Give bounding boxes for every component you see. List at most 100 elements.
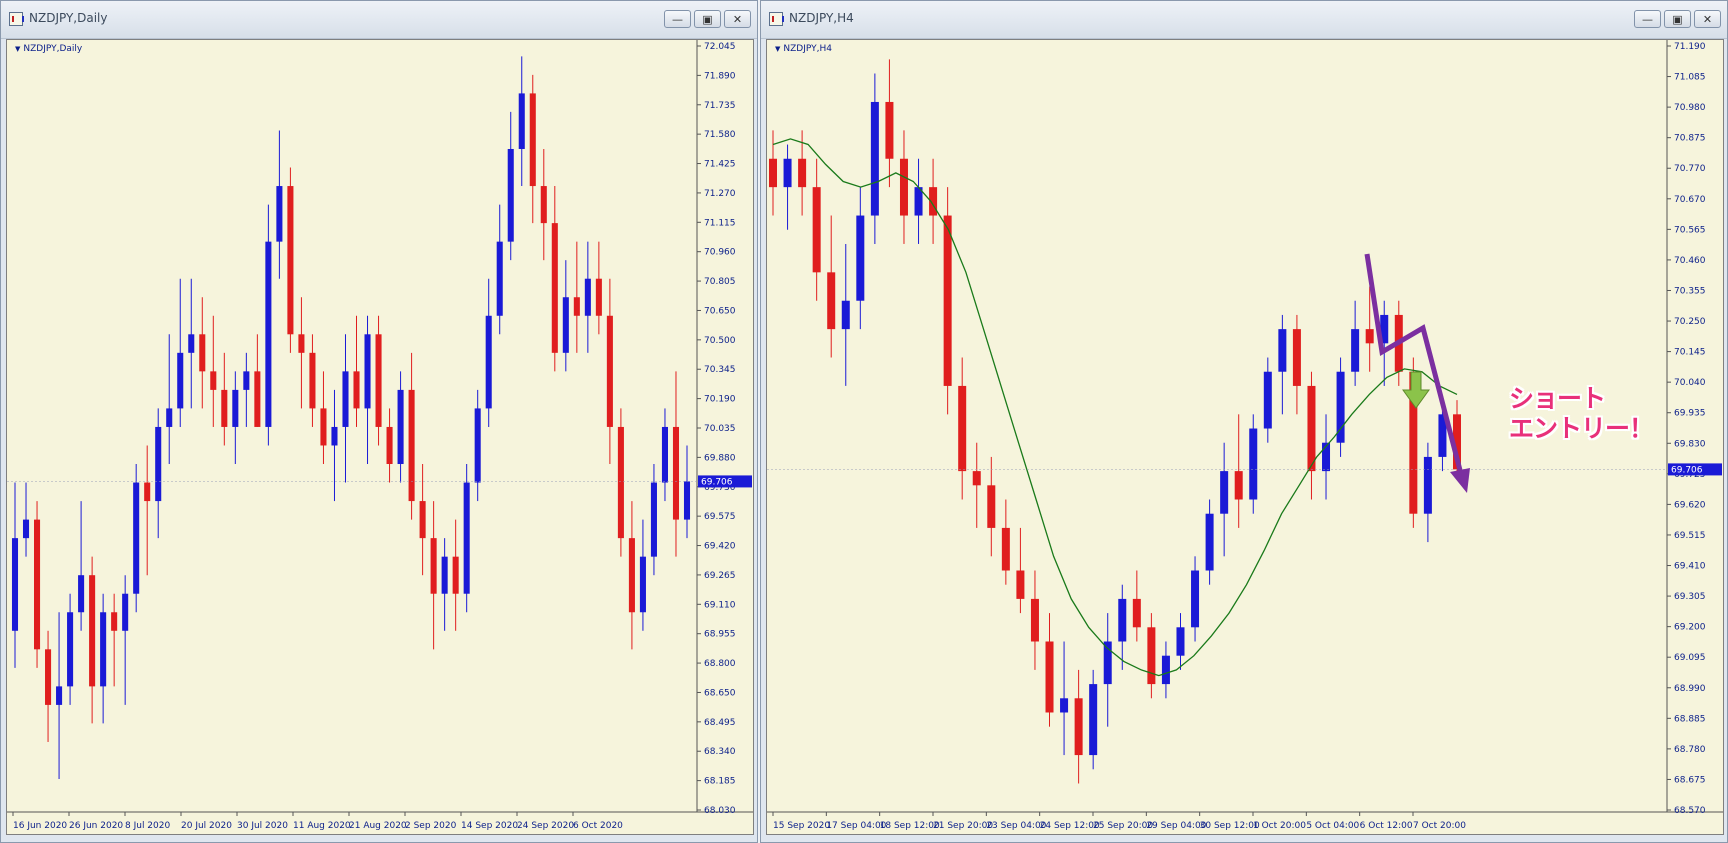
candle-body [1249,428,1258,500]
current-price-label: 69.706 [701,477,733,487]
time-tick-label: 2 Sep 2020 [405,821,457,831]
h4-chart-area[interactable]: 71.190 71.085 70.980 70.875 70.770 70.670 70.5… [766,39,1724,835]
candle-body [1176,627,1185,656]
time-tick-label: 11 Aug 2020 [293,821,351,831]
candle-body [1263,371,1272,429]
candle-body [518,93,525,149]
daily-candlestick-chart[interactable]: 72.045 71.890 71.735 71.580 71.425 71.270 71.1… [7,40,753,834]
candle-body [232,389,239,427]
price-tick-label: 71.085 [1674,73,1706,83]
candle-body [342,371,349,427]
candle-body [67,612,74,687]
time-tick-label: 21 Sep 20:00 [933,821,993,831]
time-tick-label: 18 Sep 12:00 [880,821,940,831]
time-tick-label: 17 Sep 04:00 [826,821,886,831]
price-tick-label: 69.265 [704,571,736,581]
candle-body [987,485,996,528]
candle-body [276,186,283,242]
candle-body [34,519,41,650]
time-tick-label: 1 Oct 20:00 [1253,821,1306,831]
minimize-button[interactable]: — [1634,10,1661,28]
price-tick-label: 68.780 [1674,745,1706,755]
candle-body [463,482,470,594]
time-tick-label: 25 Sep 20:00 [1093,821,1153,831]
price-tick-label: 70.770 [1674,164,1706,174]
price-tick-label: 70.875 [1674,134,1706,144]
price-tick-label: 70.355 [1674,286,1706,296]
price-tick-label: 70.670 [1674,195,1706,205]
current-price-label: 69.706 [1671,465,1703,475]
close-button[interactable]: ✕ [724,10,751,28]
candle-body [958,385,967,472]
candle-body [298,334,305,353]
price-tick-label: 68.340 [704,747,736,757]
price-tick-label: 70.500 [704,336,736,346]
daily-chart-symbol-label[interactable]: NZDJPY,Daily [15,44,82,54]
candle-body [1045,641,1054,713]
chart-window-icon [9,12,24,26]
time-tick-label: 6 Oct 2020 [573,821,623,831]
candle-body [606,315,613,427]
candle-body [943,215,952,386]
time-tick-label: 7 Oct 20:00 [1413,821,1466,831]
daily-window-titlebar[interactable]: NZDJPY,Daily — ▣ ✕ [1,1,757,39]
time-tick-label: 20 Jul 2020 [181,821,232,831]
candle-body [122,593,129,631]
h4-chart-window[interactable]: NZDJPY,H4 — ▣ ✕ 71.190 71.085 70.980 70.875… [760,0,1728,843]
price-tick-label: 70.035 [704,424,736,434]
candle-body [783,158,792,188]
annotation-line-1: ショート [1509,384,1606,413]
time-tick-label: 29 Sep 04:00 [1146,821,1206,831]
candle-body [827,272,836,330]
price-tick-label: 68.185 [704,777,736,787]
time-tick-label: 24 Sep 12:00 [1040,821,1100,831]
candle-body [397,389,404,465]
candle-body [1118,598,1127,642]
candle-body [287,186,294,335]
candle-body [1089,684,1098,756]
daily-chart-area[interactable]: 72.045 71.890 71.735 71.580 71.425 71.270 71.1… [6,39,754,835]
candle-body [1278,329,1287,372]
price-tick-label: 68.495 [704,718,736,728]
price-tick-label: 70.145 [1674,348,1706,358]
price-tick-label: 68.650 [704,688,736,698]
candle-body [798,158,807,188]
price-tick-label: 70.250 [1674,317,1706,327]
close-button[interactable]: ✕ [1694,10,1721,28]
daily-chart-window[interactable]: NZDJPY,Daily — ▣ ✕ 72.045 71.890 71.735 71.… [0,0,758,843]
price-tick-label: 71.735 [704,101,736,111]
time-tick-label: 30 Jul 2020 [237,821,288,831]
candle-body [507,148,514,242]
h4-chart-symbol-label[interactable]: NZDJPY,H4 [775,44,832,54]
candle-body [584,278,591,316]
restore-button[interactable]: ▣ [694,10,721,28]
candle-body [474,408,481,483]
candle-body [1001,527,1010,571]
restore-button[interactable]: ▣ [1664,10,1691,28]
candle-body [265,241,272,427]
price-tick-label: 71.270 [704,189,736,199]
minimize-button[interactable]: — [664,10,691,28]
candle-body [540,186,547,224]
candle-body [1365,329,1374,344]
price-tick-label: 69.935 [1674,409,1706,419]
price-tick-label: 68.800 [704,659,736,669]
candle-body [1161,655,1170,685]
candle-body [812,187,821,273]
price-tick-label: 70.805 [704,277,736,287]
candle-body [1132,598,1141,628]
price-tick-label: 72.045 [704,42,736,52]
price-tick-label: 69.305 [1674,592,1706,602]
candle-body [452,556,459,594]
time-tick-label: 15 Sep 2020 [773,821,830,831]
candle-body [89,575,96,687]
time-tick-label: 30 Sep 12:00 [1200,821,1260,831]
h4-window-titlebar[interactable]: NZDJPY,H4 — ▣ ✕ [761,1,1727,39]
price-tick-label: 69.830 [1674,439,1706,449]
candle-body [617,426,624,539]
candle-body [177,352,184,409]
candle-body [22,519,30,539]
time-tick-label: 6 Oct 12:00 [1360,821,1413,831]
candle-body [1147,627,1156,685]
price-tick-label: 71.190 [1674,42,1706,52]
